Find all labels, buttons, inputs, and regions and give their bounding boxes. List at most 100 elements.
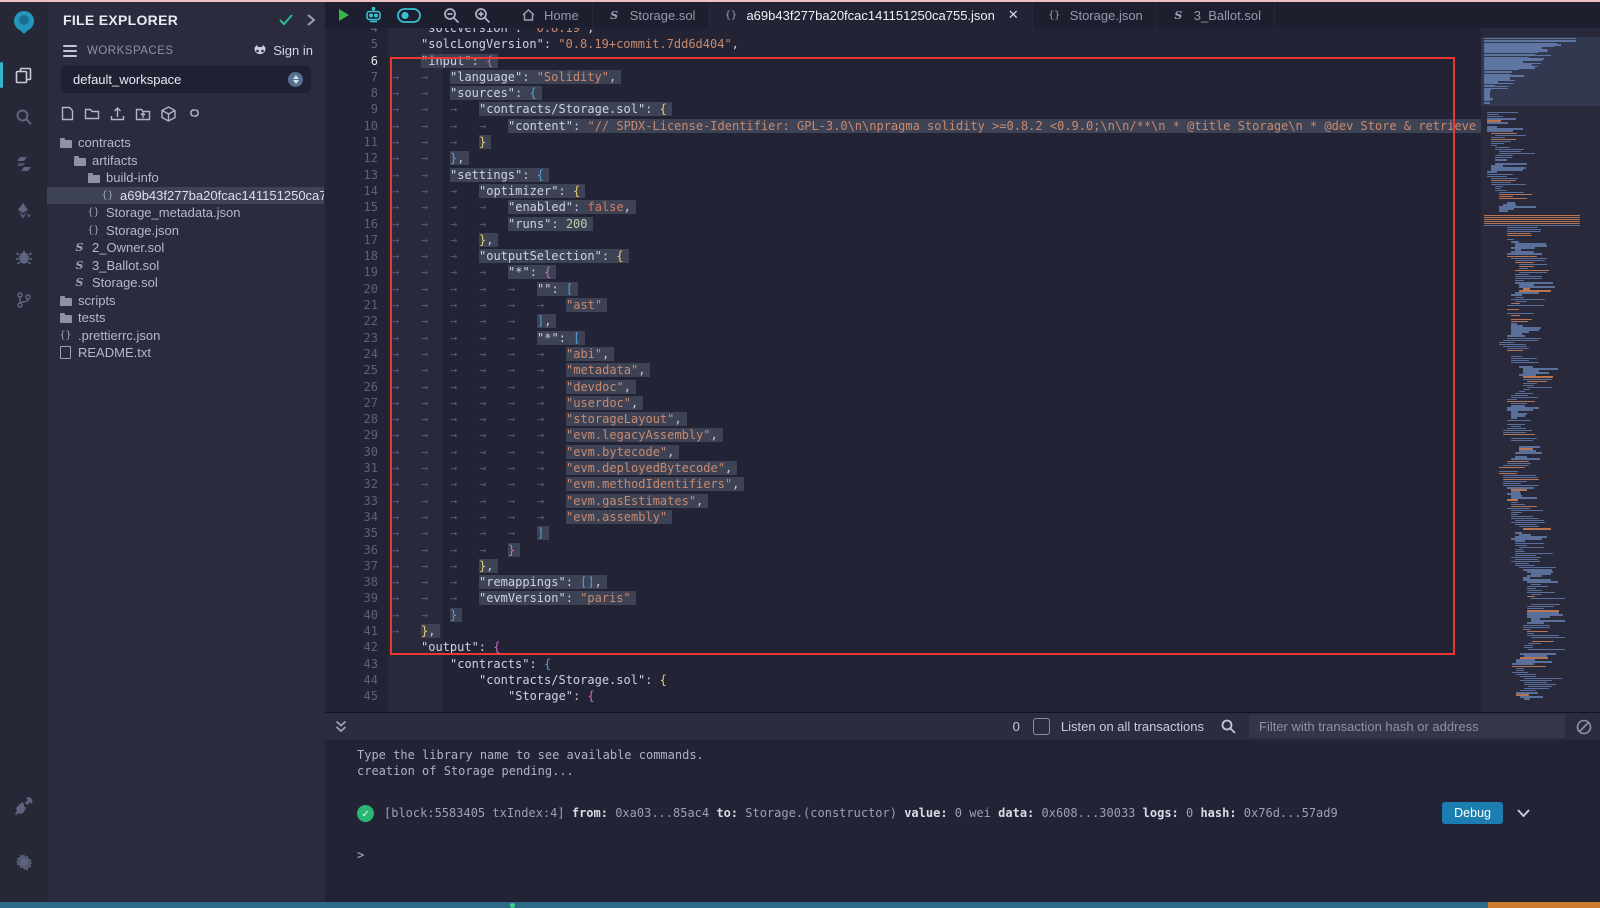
tree-item-artifacts[interactable]: artifacts	[47, 152, 324, 170]
transaction-log-row[interactable]: ✓ [block:5583405 txIndex:4] from: 0xa03.…	[357, 802, 1600, 824]
run-script-button[interactable]	[337, 8, 350, 22]
tree-item-storage-metadata-json[interactable]: {}Storage_metadata.json	[47, 204, 324, 222]
selection-highlight: "devdoc",	[566, 380, 636, 394]
token: "*"	[537, 331, 559, 345]
token: false	[587, 200, 623, 214]
line-number: 44	[325, 672, 378, 688]
minimap-line	[1499, 342, 1514, 343]
tree-item-3-ballot-sol[interactable]: S3_Ballot.sol	[47, 257, 324, 275]
selection-highlight: "evm.gasEstimates",	[566, 494, 708, 508]
tree-item-a69b43f277ba20fcac141151250ca7[interactable]: {}a69b43f277ba20fcac141151250ca7...	[47, 187, 324, 205]
debugger-icon[interactable]	[0, 242, 47, 272]
terminal-search-icon[interactable]	[1221, 719, 1236, 734]
git-icon[interactable]	[0, 285, 47, 315]
zoom-out-icon[interactable]	[443, 7, 460, 24]
code-line: 40→→}	[325, 607, 1481, 623]
tab-whitespace: →	[421, 297, 450, 313]
tree-item-contracts[interactable]: contracts	[47, 134, 324, 152]
tab-storage-json[interactable]: {}Storage.json	[1033, 2, 1157, 28]
transaction-filter-input[interactable]	[1249, 715, 1565, 738]
minimap-line	[1523, 625, 1550, 626]
code-text: "contracts": {	[450, 657, 551, 671]
token: {	[544, 657, 551, 671]
ipfs-box-icon[interactable]	[161, 106, 176, 122]
deploy-run-icon[interactable]	[0, 196, 47, 226]
code-editor[interactable]: 4 "solcVersion": "0.8.19",5 "solcLongVer…	[325, 28, 1600, 712]
tab-whitespace: →	[421, 150, 450, 166]
file-explorer-icon[interactable]	[0, 60, 47, 90]
tree-item-label: scripts	[78, 293, 116, 308]
tree-item-build-info[interactable]: build-info	[47, 169, 324, 187]
tab-whitespace: →	[421, 183, 450, 199]
minimap[interactable]	[1481, 28, 1600, 712]
upload-file-icon[interactable]	[110, 106, 125, 122]
chevron-right-icon[interactable]	[307, 14, 315, 26]
zoom-in-icon[interactable]	[474, 7, 491, 24]
tree-item-tests[interactable]: tests	[47, 309, 324, 327]
tab-whitespace	[392, 639, 421, 655]
tab-whitespace: →	[479, 395, 508, 411]
token: ,	[732, 477, 739, 491]
new-file-icon[interactable]	[61, 106, 74, 122]
tab-label: Storage.json	[1070, 8, 1143, 23]
minimap-line	[1527, 635, 1559, 636]
token: ]	[537, 526, 544, 540]
minimap-line	[1499, 467, 1525, 468]
tab-whitespace: →	[392, 167, 421, 183]
tx-field-label: data:	[998, 806, 1034, 820]
tree-item-readme-txt[interactable]: README.txt	[47, 344, 324, 362]
tab-whitespace: →	[537, 297, 566, 313]
minimap-line	[1487, 174, 1513, 175]
minimap-line	[1507, 463, 1531, 464]
token: :	[472, 54, 486, 68]
tree-item-storage-sol[interactable]: SStorage.sol	[47, 274, 324, 292]
search-icon[interactable]	[0, 102, 47, 132]
collapse-terminal-icon[interactable]	[335, 720, 347, 733]
solidity-compiler-icon[interactable]	[0, 149, 47, 179]
upload-folder-icon[interactable]	[135, 106, 151, 122]
new-folder-icon[interactable]	[84, 106, 100, 122]
settings-gear-icon[interactable]	[0, 847, 47, 877]
plugin-manager-icon[interactable]	[0, 790, 47, 820]
tab-whitespace: →	[508, 525, 537, 541]
tree-item-2-owner-sol[interactable]: S2_Owner.sol	[47, 239, 324, 257]
link-icon[interactable]	[186, 106, 203, 122]
remix-logo-icon[interactable]	[0, 7, 47, 37]
line-number: 13	[325, 167, 378, 183]
token: :	[529, 657, 543, 671]
code-line: 4 "solcVersion": "0.8.19",	[325, 28, 1481, 36]
tab-home[interactable]: Home	[507, 2, 593, 28]
tab-a69b43f277ba20fcac141151250ca755-json[interactable]: {}a69b43f277ba20fcac141151250ca755.json✕	[709, 2, 1032, 28]
terminal-prompt[interactable]: >	[357, 848, 1600, 864]
workspace-select[interactable]: default_workspace	[61, 66, 311, 93]
remixai-robot-icon[interactable]	[364, 7, 383, 24]
token: "runs"	[508, 217, 551, 231]
token: "settings"	[450, 168, 522, 182]
token: {	[529, 86, 536, 100]
clear-console-icon[interactable]	[1576, 719, 1592, 735]
tab-whitespace: →	[450, 232, 479, 248]
tree-item-storage-json[interactable]: {}Storage.json	[47, 222, 324, 240]
listen-checkbox[interactable]	[1033, 718, 1050, 735]
tab-whitespace	[450, 672, 479, 688]
token: ,	[457, 151, 464, 165]
tree-item-prettierrc-json[interactable]: {}.prettierrc.json	[47, 327, 324, 345]
tab-whitespace: →	[421, 460, 450, 476]
tab-3-ballot-sol[interactable]: S3_Ballot.sol	[1157, 2, 1275, 28]
selection-highlight: },	[479, 559, 498, 573]
tab-storage-sol[interactable]: SStorage.sol	[593, 2, 710, 28]
tab-whitespace: →	[537, 411, 566, 427]
solidity-icon: S	[1170, 9, 1187, 22]
close-tab-icon[interactable]: ✕	[1008, 7, 1019, 23]
tree-item-scripts[interactable]: scripts	[47, 292, 324, 310]
tree-item-label: a69b43f277ba20fcac141151250ca7...	[120, 188, 324, 203]
tab-whitespace: →	[421, 69, 450, 85]
tab-whitespace: →	[392, 313, 421, 329]
debug-button[interactable]: Debug	[1442, 802, 1503, 824]
ai-toggle[interactable]	[397, 8, 421, 23]
expand-tx-icon[interactable]	[1517, 809, 1530, 817]
github-signin[interactable]: Sign in	[252, 43, 313, 58]
workspaces-menu-icon[interactable]	[63, 45, 77, 57]
tree-item-label: README.txt	[78, 345, 151, 360]
minimap-line	[1507, 461, 1529, 462]
